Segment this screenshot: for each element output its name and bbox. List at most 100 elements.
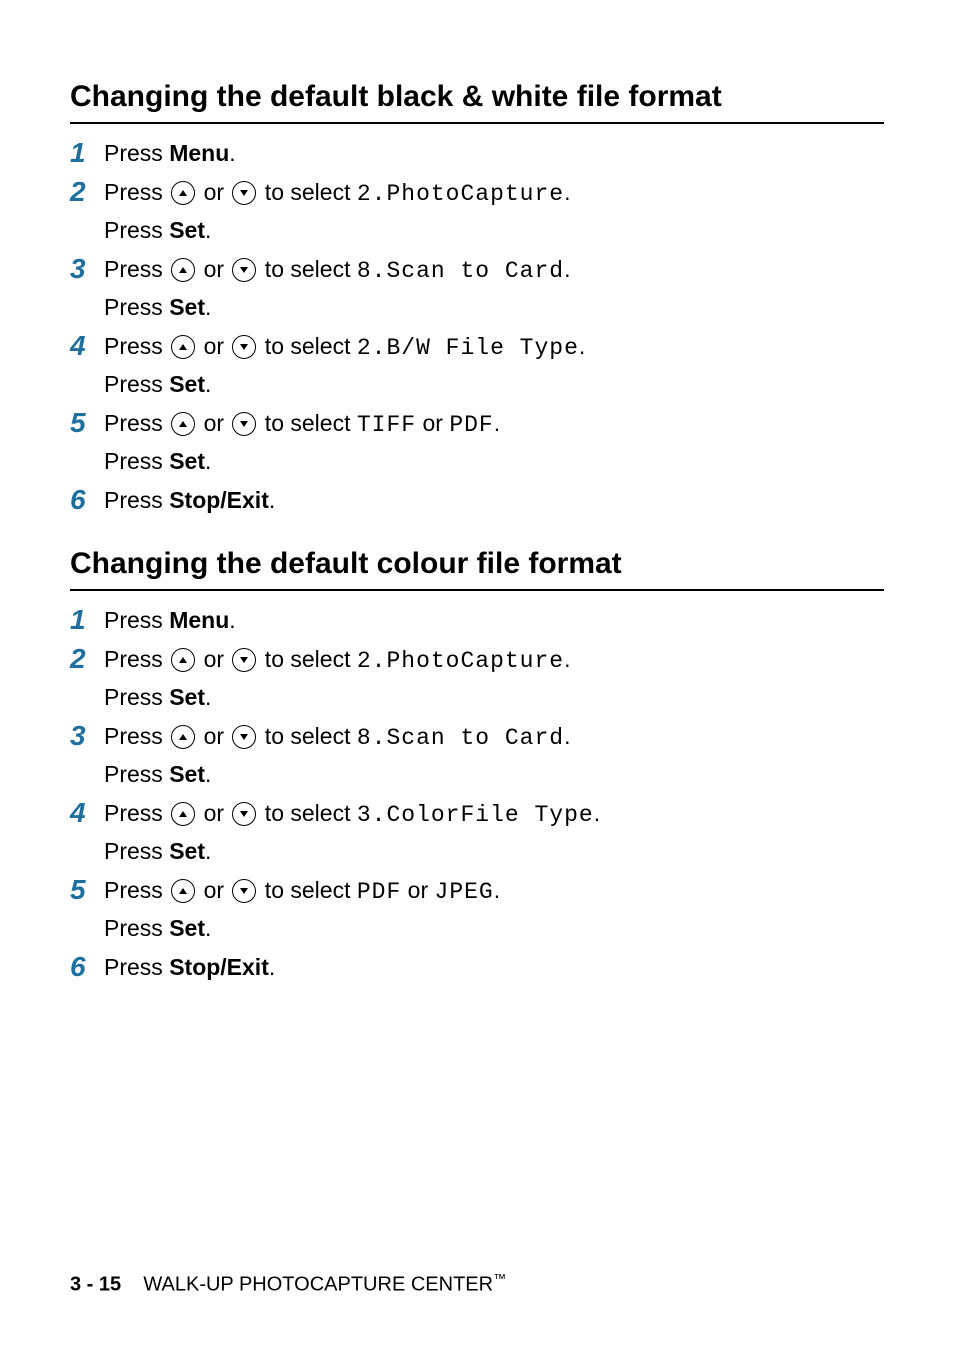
text: Press <box>104 877 169 903</box>
step-number: 4 <box>70 796 104 830</box>
step-body: Press Menu. <box>104 603 884 638</box>
text: to select <box>258 646 356 672</box>
steps-colour: 1 Press Menu. 2 Press or to select 2.Pho… <box>70 603 884 984</box>
footer-title: WALK-UP PHOTOCAPTURE CENTER <box>143 1274 493 1296</box>
text: Press <box>104 915 169 941</box>
step-row: 5 Press or to select TIFF or PDF. Press … <box>70 406 884 479</box>
text: Press <box>104 684 169 710</box>
text: Press <box>104 487 169 513</box>
menu-path: 2.B/W File Type <box>357 335 579 361</box>
step-row: 2 Press or to select 2.PhotoCapture. Pre… <box>70 642 884 715</box>
text: . <box>205 838 211 864</box>
text: or <box>197 800 230 826</box>
option: TIFF <box>357 412 416 438</box>
nav-down-icon <box>232 335 256 359</box>
nav-up-icon <box>171 648 195 672</box>
press-set-line: Press Set. <box>104 367 884 402</box>
text: Press <box>104 333 169 359</box>
menu-path: 2.PhotoCapture <box>357 181 564 207</box>
step-row: 5 Press or to select PDF or JPEG. Press … <box>70 873 884 946</box>
press-set-line: Press Set. <box>104 911 884 946</box>
set-label: Set <box>169 371 205 397</box>
press-set-line: Press Set. <box>104 213 884 248</box>
text: or <box>197 723 230 749</box>
set-label: Set <box>169 448 205 474</box>
text: to select <box>258 179 356 205</box>
option: JPEG <box>435 879 494 905</box>
text: Press <box>104 838 169 864</box>
step-body: Press or to select 2.PhotoCapture. Press… <box>104 642 884 715</box>
step-row: 3 Press or to select 8.Scan to Card. Pre… <box>70 252 884 325</box>
step-number: 2 <box>70 642 104 676</box>
nav-up-icon <box>171 412 195 436</box>
step-number: 5 <box>70 406 104 440</box>
nav-up-icon <box>171 802 195 826</box>
text: Press <box>104 217 169 243</box>
nav-down-icon <box>232 802 256 826</box>
text: or <box>197 333 230 359</box>
step-body: Press or to select 2.PhotoCapture. Press… <box>104 175 884 248</box>
text: Press <box>104 646 169 672</box>
menu-path: 2.PhotoCapture <box>357 648 564 674</box>
text: . <box>564 256 570 282</box>
step-row: 2 Press or to select 2.PhotoCapture. Pre… <box>70 175 884 248</box>
step-number: 2 <box>70 175 104 209</box>
text: Press <box>104 723 169 749</box>
text: Press <box>104 800 169 826</box>
text: Press <box>104 294 169 320</box>
divider <box>70 589 884 591</box>
set-label: Set <box>169 684 205 710</box>
set-label: Set <box>169 761 205 787</box>
text: to select <box>258 877 356 903</box>
step-body: Press or to select 3.ColorFile Type. Pre… <box>104 796 884 869</box>
text: Press <box>104 954 169 980</box>
text: or <box>197 256 230 282</box>
nav-down-icon <box>232 258 256 282</box>
section-heading-colour: Changing the default colour file format <box>70 547 884 581</box>
stopexit-label: Stop/Exit <box>169 487 269 513</box>
step-number: 4 <box>70 329 104 363</box>
press-set-line: Press Set. <box>104 290 884 325</box>
text: or <box>197 179 230 205</box>
page-footer: 3 - 15 WALK-UP PHOTOCAPTURE CENTER™ <box>70 1271 506 1297</box>
nav-down-icon <box>232 648 256 672</box>
text: Press <box>104 371 169 397</box>
text: . <box>205 448 211 474</box>
text: to select <box>258 333 356 359</box>
nav-up-icon <box>171 181 195 205</box>
step-body: Press Stop/Exit. <box>104 483 884 518</box>
menu-label: Menu <box>169 607 229 633</box>
text: . <box>564 723 570 749</box>
step-number: 5 <box>70 873 104 907</box>
text: . <box>229 140 235 166</box>
nav-down-icon <box>232 725 256 749</box>
steps-bw: 1 Press Menu. 2 Press or to select 2.Pho… <box>70 136 884 517</box>
press-set-line: Press Set. <box>104 757 884 792</box>
nav-down-icon <box>232 412 256 436</box>
option: PDF <box>357 879 401 905</box>
text: Press <box>104 761 169 787</box>
step-row: 1 Press Menu. <box>70 136 884 171</box>
step-body: Press or to select PDF or JPEG. Press Se… <box>104 873 884 946</box>
step-row: 4 Press or to select 3.ColorFile Type. P… <box>70 796 884 869</box>
text: Press <box>104 410 169 436</box>
set-label: Set <box>169 915 205 941</box>
text: . <box>579 333 585 359</box>
step-number: 6 <box>70 483 104 517</box>
step-body: Press or to select TIFF or PDF. Press Se… <box>104 406 884 479</box>
text: Press <box>104 140 169 166</box>
text: or <box>416 410 449 436</box>
text: . <box>564 179 570 205</box>
text: . <box>205 217 211 243</box>
text: . <box>594 800 600 826</box>
set-label: Set <box>169 217 205 243</box>
text: or <box>197 877 230 903</box>
text: to select <box>258 800 356 826</box>
text: Press <box>104 179 169 205</box>
nav-up-icon <box>171 725 195 749</box>
step-row: 4 Press or to select 2.B/W File Type. Pr… <box>70 329 884 402</box>
text: . <box>494 410 500 436</box>
text: to select <box>258 723 356 749</box>
step-number: 3 <box>70 719 104 753</box>
press-set-line: Press Set. <box>104 834 884 869</box>
